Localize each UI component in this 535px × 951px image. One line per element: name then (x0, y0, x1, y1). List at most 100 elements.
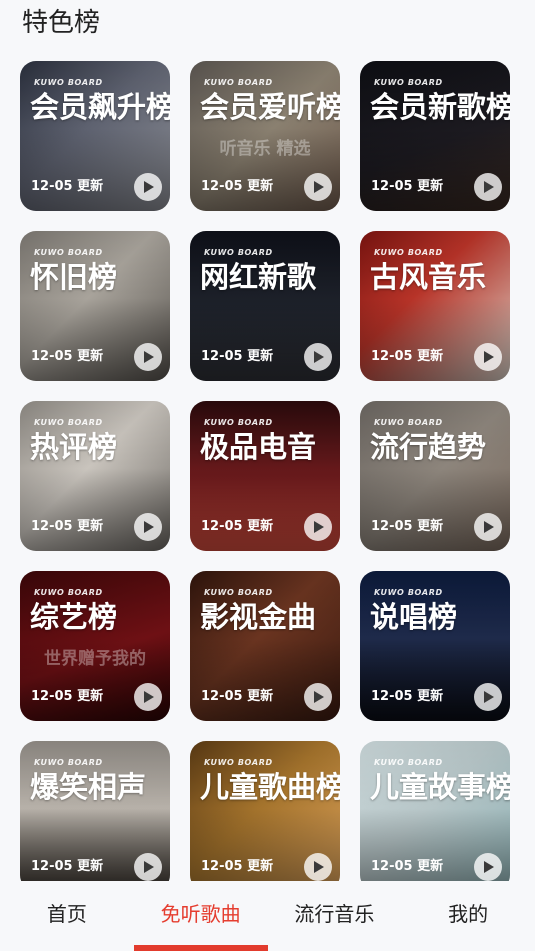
play-icon (144, 181, 154, 193)
chart-card[interactable]: 世界赠予我的 KUWO BOARD 综艺榜 12-05 更新 (20, 571, 170, 721)
section-title: 特色榜 (22, 8, 101, 38)
chart-card[interactable]: KUWO BOARD 影视金曲 12-05 更新 (190, 571, 340, 721)
play-icon (484, 521, 494, 533)
chart-card-update-date: 12-05 更新 (201, 349, 274, 364)
play-icon (314, 691, 324, 703)
chart-card[interactable]: KUWO BOARD 儿童歌曲榜 12-05 更新 (190, 741, 340, 881)
play-button[interactable] (474, 173, 502, 201)
tab-item[interactable]: 我的 (401, 881, 535, 951)
chart-card-update-date: 12-05 更新 (31, 519, 104, 534)
chart-card[interactable]: KUWO BOARD 儿童故事榜 12-05 更新 (360, 741, 510, 881)
play-icon (314, 861, 324, 873)
kuwo-board-logo: KUWO BOARD (34, 418, 103, 427)
tab-item[interactable]: 首页 (0, 881, 134, 951)
chart-card[interactable]: KUWO BOARD 说唱榜 12-05 更新 (360, 571, 510, 721)
tab-label: 首页 (46, 902, 87, 926)
kuwo-board-logo: KUWO BOARD (34, 78, 103, 87)
chart-card-update-date: 12-05 更新 (201, 519, 274, 534)
chart-card-title: 儿童歌曲榜 (200, 770, 340, 804)
chart-card-title: 儿童故事榜 (370, 770, 510, 804)
chart-card-title: 爆笑相声 (30, 770, 147, 804)
chart-card-update-date: 12-05 更新 (371, 519, 444, 534)
play-button[interactable] (304, 853, 332, 881)
chart-card[interactable]: KUWO BOARD 热评榜 12-05 更新 (20, 401, 170, 551)
chart-card[interactable]: KUWO BOARD 怀旧榜 12-05 更新 (20, 231, 170, 381)
kuwo-board-logo: KUWO BOARD (34, 758, 103, 767)
kuwo-board-logo: KUWO BOARD (34, 588, 103, 597)
chart-card[interactable]: KUWO BOARD 会员飙升榜 12-05 更新 (20, 61, 170, 211)
chart-card[interactable]: KUWO BOARD 网红新歌 12-05 更新 (190, 231, 340, 381)
chart-card-title: 流行趋势 (370, 430, 487, 464)
play-button[interactable] (134, 513, 162, 541)
play-icon (484, 691, 494, 703)
play-button[interactable] (474, 853, 502, 881)
chart-card-title: 怀旧榜 (30, 260, 118, 294)
play-button[interactable] (134, 853, 162, 881)
tab-item[interactable]: 流行音乐 (268, 881, 402, 951)
tab-item[interactable]: 免听歌曲 (133, 881, 268, 951)
chart-card-update-date: 12-05 更新 (201, 179, 274, 194)
play-button[interactable] (474, 683, 502, 711)
chart-card[interactable]: KUWO BOARD 流行趋势 12-05 更新 (360, 401, 510, 551)
kuwo-board-logo: KUWO BOARD (374, 418, 443, 427)
chart-grid: KUWO BOARD 会员飙升榜 12-05 更新 听音乐 精选 KUWO BOARD 会… (20, 61, 510, 881)
kuwo-board-logo: KUWO BOARD (374, 758, 443, 767)
play-icon (484, 351, 494, 363)
chart-card-title: 网红新歌 (200, 260, 317, 294)
play-button[interactable] (304, 343, 332, 371)
chart-card-title: 会员爱听榜 (200, 90, 340, 124)
play-button[interactable] (134, 173, 162, 201)
play-button[interactable] (134, 683, 162, 711)
chart-card[interactable]: KUWO BOARD 古风音乐 12-05 更新 (360, 231, 510, 381)
kuwo-board-logo: KUWO BOARD (204, 78, 273, 87)
chart-card-update-date: 12-05 更新 (31, 179, 104, 194)
chart-card-update-date: 12-05 更新 (31, 689, 104, 704)
kuwo-board-logo: KUWO BOARD (204, 248, 273, 257)
chart-card-update-date: 12-05 更新 (371, 349, 444, 364)
chart-card-title: 影视金曲 (200, 600, 317, 634)
chart-card[interactable]: KUWO BOARD 会员新歌榜 12-05 更新 (360, 61, 510, 211)
tab-label: 免听歌曲 (160, 902, 241, 926)
play-button[interactable] (134, 343, 162, 371)
play-icon (314, 351, 324, 363)
tab-label: 我的 (448, 902, 489, 926)
kuwo-board-logo: KUWO BOARD (204, 588, 273, 597)
play-icon (144, 351, 154, 363)
chart-card-update-date: 12-05 更新 (371, 689, 444, 704)
kuwo-board-logo: KUWO BOARD (374, 588, 443, 597)
play-icon (144, 521, 154, 533)
tab-label: 流行音乐 (294, 902, 375, 926)
play-icon (484, 181, 494, 193)
card-cover-text: 世界赠予我的 (44, 649, 146, 669)
play-button[interactable] (304, 683, 332, 711)
chart-card[interactable]: KUWO BOARD 爆笑相声 12-05 更新 (20, 741, 170, 881)
chart-card-title: 说唱榜 (370, 600, 458, 634)
chart-card-update-date: 12-05 更新 (201, 859, 274, 874)
kuwo-board-logo: KUWO BOARD (34, 248, 103, 257)
active-tab-indicator (133, 945, 268, 951)
play-icon (314, 181, 324, 193)
chart-card-title: 综艺榜 (30, 600, 118, 634)
play-icon (144, 861, 154, 873)
chart-card-title: 会员飙升榜 (30, 90, 170, 124)
chart-card-update-date: 12-05 更新 (31, 859, 104, 874)
chart-card-title: 热评榜 (30, 430, 118, 464)
card-cover-text: 听音乐 精选 (219, 139, 311, 159)
chart-card-update-date: 12-05 更新 (31, 349, 104, 364)
chart-card-title: 古风音乐 (370, 260, 487, 294)
chart-card-update-date: 12-05 更新 (201, 689, 274, 704)
chart-card-update-date: 12-05 更新 (371, 859, 444, 874)
play-button[interactable] (304, 173, 332, 201)
chart-card[interactable]: KUWO BOARD 极品电音 12-05 更新 (190, 401, 340, 551)
kuwo-board-logo: KUWO BOARD (374, 78, 443, 87)
play-button[interactable] (474, 343, 502, 371)
kuwo-board-logo: KUWO BOARD (204, 418, 273, 427)
bottom-tab-bar: 首页 免听歌曲 流行音乐 我的 (0, 881, 535, 951)
chart-card-title: 会员新歌榜 (370, 90, 510, 124)
chart-card-update-date: 12-05 更新 (371, 179, 444, 194)
play-button[interactable] (474, 513, 502, 541)
play-button[interactable] (304, 513, 332, 541)
chart-card-title: 极品电音 (200, 430, 317, 464)
chart-card[interactable]: 听音乐 精选 KUWO BOARD 会员爱听榜 12-05 更新 (190, 61, 340, 211)
kuwo-board-logo: KUWO BOARD (204, 758, 273, 767)
